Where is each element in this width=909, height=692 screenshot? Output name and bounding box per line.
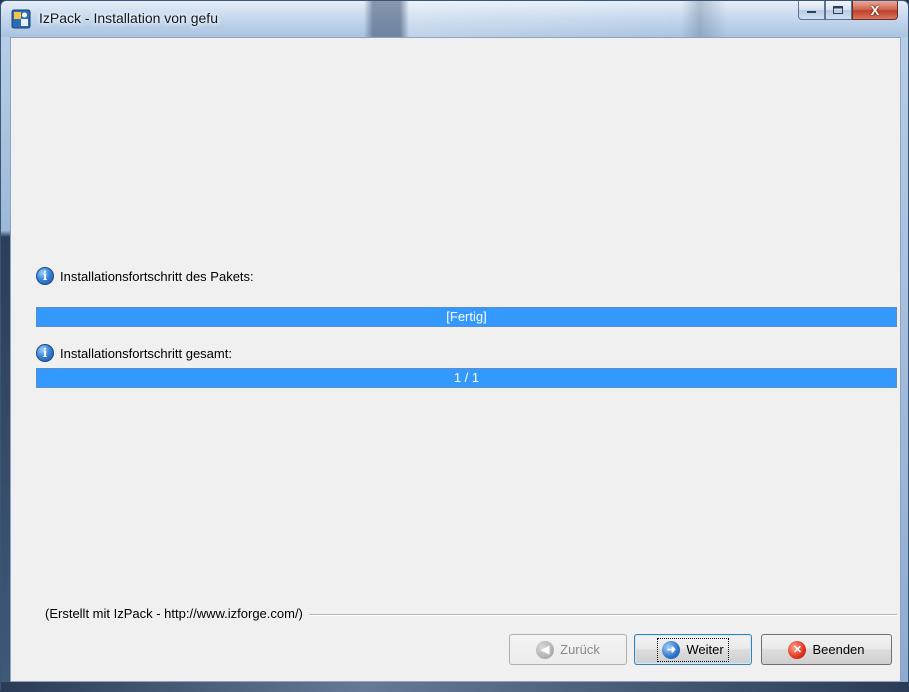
- izpack-credit: (Erstellt mit IzPack - http://www.izforg…: [45, 606, 309, 621]
- minimize-icon: [806, 11, 816, 13]
- overall-progress-text: 1 / 1: [453, 370, 480, 385]
- overall-progress-bar: 1 / 1: [36, 368, 897, 388]
- overall-progress-label: Installationsfortschritt gesamt:: [60, 345, 232, 361]
- cancel-button-label: Beenden: [812, 642, 865, 657]
- window-frame-left: [1, 37, 10, 682]
- close-button[interactable]: X: [852, 1, 898, 20]
- pack-progress-label: Installationsfortschritt des Pakets:: [60, 268, 254, 284]
- maximize-icon: [833, 5, 843, 14]
- back-button[interactable]: ◀ Zurück: [509, 634, 627, 665]
- info-icon: i: [36, 344, 54, 362]
- maximize-button[interactable]: [825, 1, 852, 20]
- next-button-label: Weiter: [686, 642, 724, 657]
- next-arrow-icon: ➜: [662, 640, 681, 659]
- izpack-app-icon: [11, 9, 31, 29]
- caption-buttons: X: [798, 1, 898, 23]
- cancel-icon: ✕: [788, 640, 807, 659]
- back-button-label: Zurück: [560, 642, 600, 657]
- installer-window: IzPack - Installation von gefu X i Insta…: [0, 0, 909, 692]
- window-frame-right: [900, 37, 908, 682]
- window-title: IzPack - Installation von gefu: [39, 10, 218, 26]
- minimize-button[interactable]: [798, 1, 825, 20]
- installer-panel: i Installationsfortschritt des Pakets: […: [10, 37, 901, 682]
- pack-progress-text: [Fertig]: [446, 309, 487, 324]
- pack-progress-label-row: i Installationsfortschritt des Pakets:: [36, 267, 254, 285]
- overall-progress-label-row: i Installationsfortschritt gesamt:: [36, 344, 232, 362]
- next-button[interactable]: ➜ Weiter: [634, 634, 752, 665]
- back-arrow-icon: ◀: [536, 640, 555, 659]
- pack-progress-bar: [Fertig]: [36, 307, 897, 327]
- title-bar[interactable]: IzPack - Installation von gefu X: [1, 1, 908, 37]
- focus-outline: ➜ Weiter: [657, 637, 729, 662]
- close-icon: X: [870, 2, 880, 18]
- info-icon: i: [36, 267, 54, 285]
- cancel-button[interactable]: ✕ Beenden: [761, 634, 892, 665]
